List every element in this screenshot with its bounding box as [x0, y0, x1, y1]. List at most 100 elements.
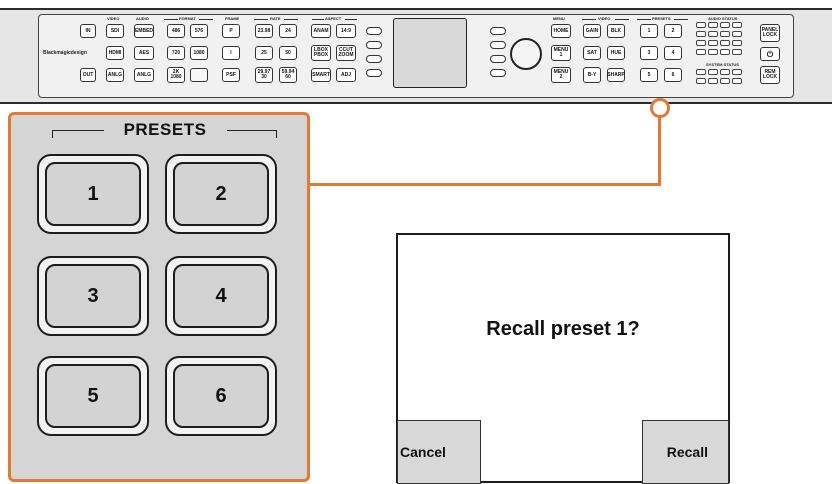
rack-preset-key-5[interactable]: 5: [640, 68, 658, 82]
rack-preset-key-1[interactable]: 1: [640, 24, 658, 38]
key-anlg-audio[interactable]: ANLG: [134, 68, 154, 82]
audio-status-led: [720, 49, 730, 55]
key-panel-lock[interactable]: PANEL LOCK: [760, 24, 780, 42]
system-status-led: [720, 69, 730, 75]
key-sharp[interactable]: SHARP: [607, 68, 625, 82]
callout-anchor-dot: [650, 98, 670, 118]
key-29-97-30[interactable]: 29.97 30: [255, 67, 273, 83]
preset-key-3[interactable]: 3: [37, 256, 149, 336]
key-sat[interactable]: SAT: [583, 46, 601, 60]
audio-status-led: [696, 49, 706, 55]
preset-key-1[interactable]: 1: [37, 154, 149, 234]
key-lbox-pbox[interactable]: LBOX PBOX: [311, 45, 331, 61]
group-rule: [674, 19, 688, 20]
key-720[interactable]: 720: [167, 46, 185, 60]
key-adj[interactable]: ADJ: [336, 68, 356, 82]
key-smart[interactable]: SMART: [311, 68, 331, 82]
key-50[interactable]: 50: [279, 46, 297, 60]
title-bracket-left: [52, 130, 104, 138]
key-menu-1[interactable]: MENU 1: [551, 45, 571, 61]
group-rule: [254, 19, 268, 20]
soft-key-left-3[interactable]: [366, 55, 382, 63]
audio-status-led: [708, 49, 718, 55]
key-p[interactable]: P: [222, 24, 240, 38]
group-rule: [284, 19, 298, 20]
key-blk[interactable]: BLK: [607, 24, 625, 38]
preset-key-label: 5: [45, 364, 141, 428]
key-576[interactable]: 576: [190, 24, 208, 38]
system-status-led: [732, 78, 742, 84]
key-hue[interactable]: HUE: [607, 46, 625, 60]
rack-preset-key-2[interactable]: 2: [664, 24, 682, 38]
audio-status-led: [720, 31, 730, 37]
group-label-system-status: SYSTEM STATUS: [706, 62, 739, 67]
key-24[interactable]: 24: [279, 24, 297, 38]
preset-key-5[interactable]: 5: [37, 356, 149, 436]
group-label-rate: RATE: [270, 16, 281, 21]
group-rule: [615, 19, 629, 20]
audio-status-led: [708, 22, 718, 28]
soft-key-right-3[interactable]: [490, 55, 506, 63]
rack-preset-key-6[interactable]: 6: [664, 68, 682, 82]
dialog-message: Recall preset 1?: [486, 318, 640, 340]
soft-key-left-2[interactable]: [366, 41, 382, 49]
key-home[interactable]: HOME: [551, 24, 571, 38]
rack-preset-key-4[interactable]: 4: [664, 46, 682, 60]
soft-key-left-4[interactable]: [366, 69, 382, 77]
group-label-format: FORMAT: [179, 16, 196, 21]
key-14-9[interactable]: 14:9: [336, 24, 356, 38]
soft-key-right-1[interactable]: [490, 27, 506, 35]
soft-key-right-4[interactable]: [490, 69, 506, 77]
key-hdmi[interactable]: HDMI: [106, 46, 124, 60]
preset-key-6[interactable]: 6: [165, 356, 277, 436]
audio-status-led: [732, 31, 742, 37]
key-23-98[interactable]: 23.98: [255, 24, 273, 38]
key-sdi[interactable]: SDI: [106, 24, 124, 38]
preset-key-label: 6: [173, 364, 269, 428]
key-i[interactable]: I: [222, 46, 240, 60]
audio-status-led: [708, 31, 718, 37]
group-label-video: VIDEO: [107, 16, 120, 21]
key-anlg-video[interactable]: ANLG: [106, 68, 124, 82]
audio-status-led: [732, 49, 742, 55]
lcd-screen: [393, 18, 467, 88]
group-rule: [312, 19, 324, 20]
recall-button-label: Recall: [666, 444, 708, 460]
soft-key-right-2[interactable]: [490, 41, 506, 49]
key-menu-2[interactable]: MENU 2: [551, 67, 571, 83]
key-b-y[interactable]: B-Y: [583, 67, 601, 83]
rack-preset-key-3[interactable]: 3: [640, 46, 658, 60]
key-embed[interactable]: EMBED: [134, 24, 154, 38]
key-486[interactable]: 486: [167, 24, 185, 38]
power-icon[interactable]: ⏻: [760, 47, 780, 61]
key-in[interactable]: IN: [80, 24, 96, 38]
audio-status-led: [708, 40, 718, 46]
key-blank[interactable]: [190, 68, 208, 82]
group-label-aspect: ASPECT: [325, 16, 342, 21]
key-out[interactable]: OUT: [80, 68, 96, 82]
audio-status-led: [696, 22, 706, 28]
preset-key-4[interactable]: 4: [165, 256, 277, 336]
key-59-94-60[interactable]: 59.94 60: [279, 67, 297, 83]
preset-key-2[interactable]: 2: [165, 154, 277, 234]
recall-button[interactable]: Recall: [642, 420, 729, 484]
cancel-button[interactable]: Cancel: [397, 420, 481, 484]
key-2k-1080[interactable]: 2K 1080: [167, 67, 185, 83]
control-knob[interactable]: [510, 38, 542, 70]
key-psf[interactable]: PSF: [222, 68, 240, 82]
key-gain[interactable]: GAIN: [583, 24, 601, 38]
soft-key-left-1[interactable]: [366, 27, 382, 35]
audio-status-led: [732, 22, 742, 28]
key-ccut-zoom[interactable]: CCUT ZOOM: [336, 45, 356, 61]
key-25[interactable]: 25: [255, 46, 273, 60]
group-label-presets: PRESETS: [652, 16, 671, 21]
group-rule: [199, 19, 213, 20]
key-rem-lock[interactable]: REM LOCK: [760, 66, 780, 84]
group-label-frame: FRAME: [225, 16, 240, 21]
brand-logo: Blackmagicdesign: [43, 50, 87, 56]
key-aes[interactable]: AES: [134, 46, 154, 60]
key-1080[interactable]: 1080: [190, 46, 208, 60]
system-status-led: [708, 69, 718, 75]
key-anam[interactable]: ANAM: [311, 24, 331, 38]
audio-status-led: [732, 40, 742, 46]
